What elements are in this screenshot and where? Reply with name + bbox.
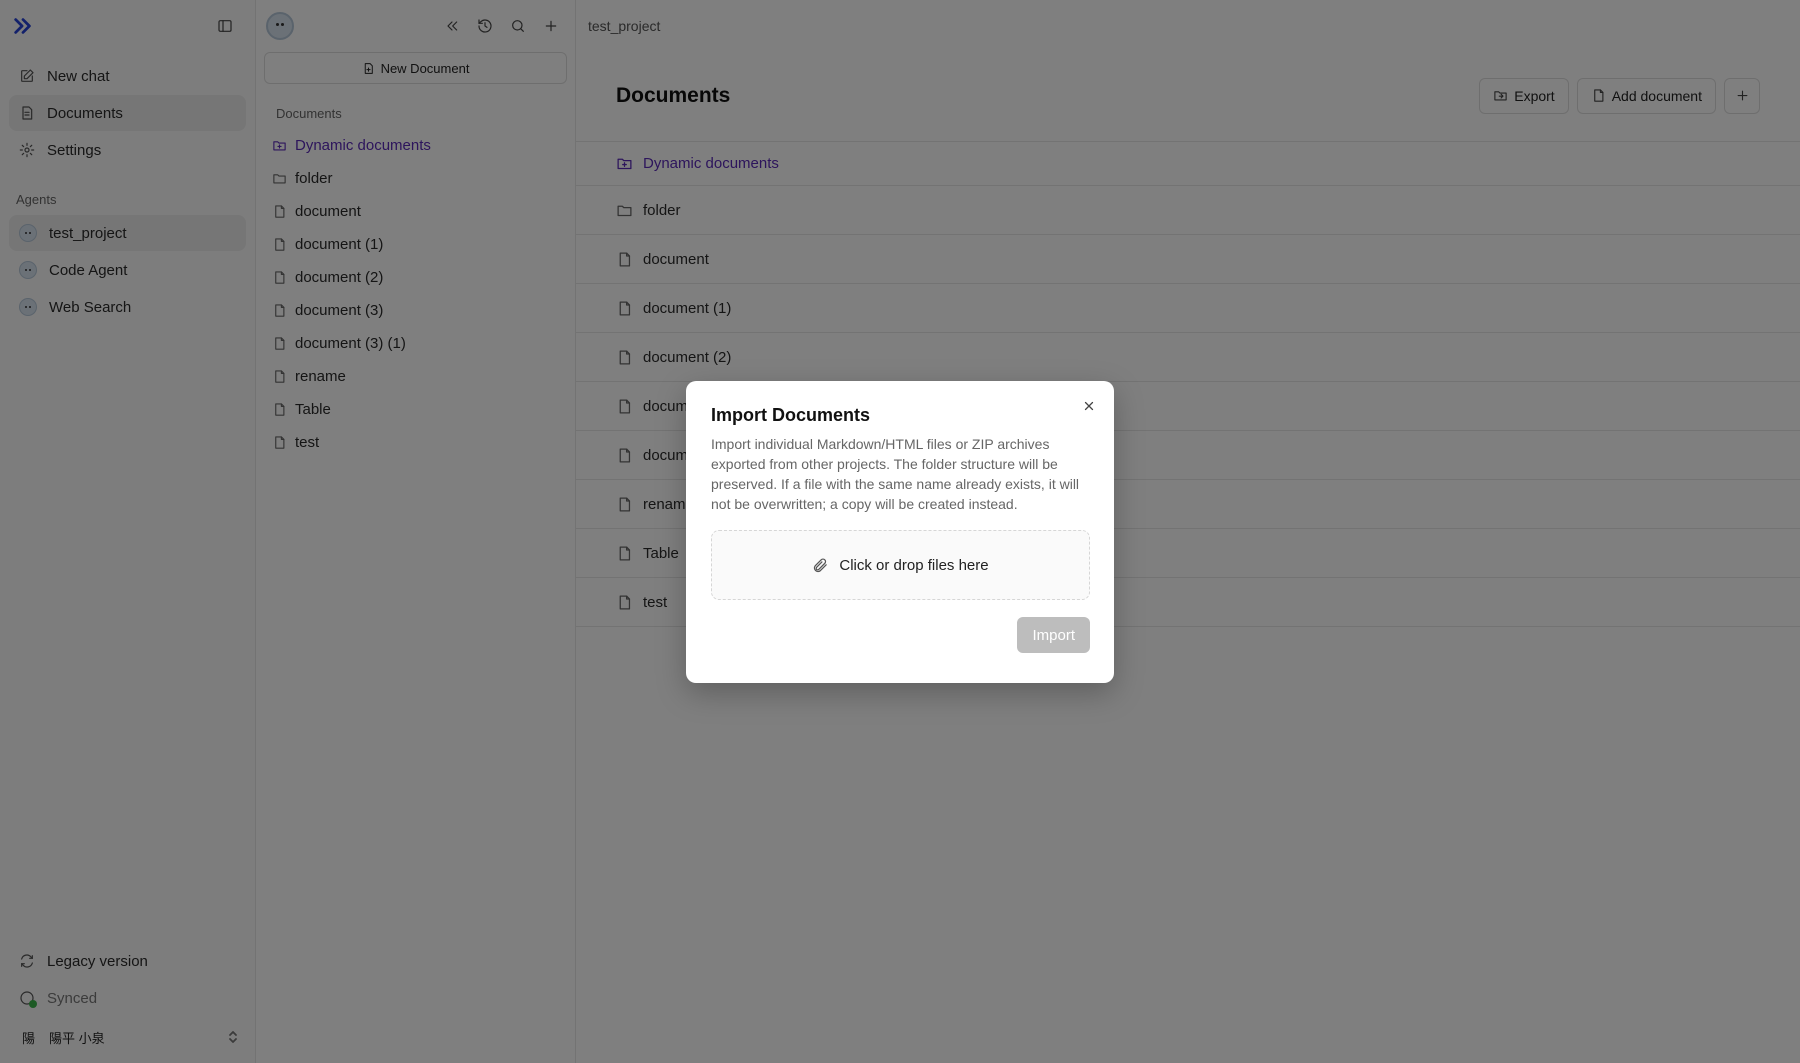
import-button[interactable]: Import	[1017, 617, 1090, 653]
dropzone-label: Click or drop files here	[839, 556, 989, 574]
dialog-title: Import Documents	[711, 405, 871, 425]
paperclip-icon	[812, 557, 829, 574]
file-dropzone[interactable]: Click or drop files here	[711, 530, 1090, 600]
dialog-description: Import individual Markdown/HTML files or…	[711, 436, 1080, 512]
close-icon[interactable]	[1080, 397, 1098, 415]
dialog-footer: Import	[711, 617, 1090, 653]
import-documents-dialog: Import Documents Import individual Markd…	[686, 381, 1114, 683]
